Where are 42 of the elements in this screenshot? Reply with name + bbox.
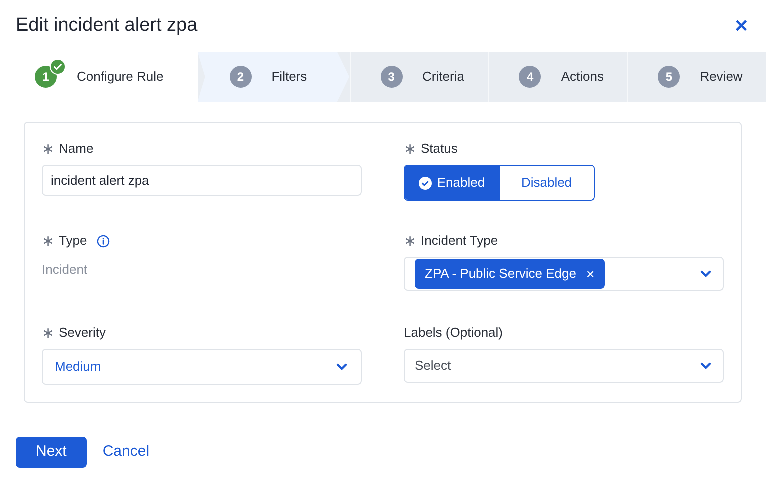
incident-type-select[interactable]: ZPA - Public Service Edge × bbox=[404, 257, 724, 291]
step-label: Actions bbox=[561, 68, 604, 86]
name-field[interactable]: incident alert zpa bbox=[42, 165, 362, 196]
selected-tag: ZPA - Public Service Edge × bbox=[415, 259, 605, 289]
info-icon[interactable] bbox=[97, 234, 110, 248]
check-circle-icon bbox=[419, 176, 432, 190]
required-asterisk: ∗ bbox=[42, 326, 55, 340]
field-label: Incident Type bbox=[421, 232, 498, 250]
wizard-step[interactable]: 4 Actions bbox=[488, 52, 628, 102]
check-badge-icon bbox=[50, 59, 66, 75]
select-placeholder: Select bbox=[415, 357, 452, 376]
required-asterisk: ∗ bbox=[42, 234, 55, 248]
step-label: Configure Rule bbox=[77, 68, 164, 86]
select-value: Medium bbox=[55, 358, 102, 376]
field-label: Severity bbox=[59, 324, 106, 342]
step-label: Criteria bbox=[422, 68, 464, 86]
wizard-step[interactable]: 5 Review bbox=[627, 52, 766, 102]
field-label: Status bbox=[421, 140, 458, 158]
step-number: 1 bbox=[35, 66, 57, 88]
close-button[interactable]: × bbox=[735, 15, 750, 37]
step-number: 5 bbox=[658, 66, 680, 88]
next-button[interactable]: Next bbox=[16, 437, 87, 468]
wizard-step[interactable]: 3 Criteria bbox=[350, 52, 488, 102]
step-number: 4 bbox=[519, 66, 542, 88]
field-label: Name bbox=[59, 140, 94, 158]
field-label: Type bbox=[59, 232, 88, 250]
wizard-step[interactable]: 2 Filters bbox=[198, 52, 350, 102]
required-asterisk: ∗ bbox=[404, 142, 417, 156]
remove-tag-button[interactable]: × bbox=[586, 267, 595, 281]
dialog-title: Edit incident alert zpa bbox=[16, 14, 198, 38]
type-value: Incident bbox=[42, 261, 89, 279]
field-label: Labels (Optional) bbox=[404, 324, 503, 342]
required-asterisk: ∗ bbox=[42, 142, 55, 156]
labels-select[interactable]: Select bbox=[404, 349, 724, 383]
step-label: Review bbox=[700, 68, 743, 86]
step-number: 2 bbox=[230, 66, 252, 88]
severity-select[interactable]: Medium bbox=[42, 349, 362, 385]
step-label: Filters bbox=[272, 68, 308, 86]
status-option[interactable]: Enabled bbox=[405, 166, 500, 200]
required-asterisk: ∗ bbox=[404, 234, 417, 248]
step-number: 3 bbox=[380, 66, 403, 88]
cancel-link[interactable]: Cancel bbox=[102, 441, 150, 464]
